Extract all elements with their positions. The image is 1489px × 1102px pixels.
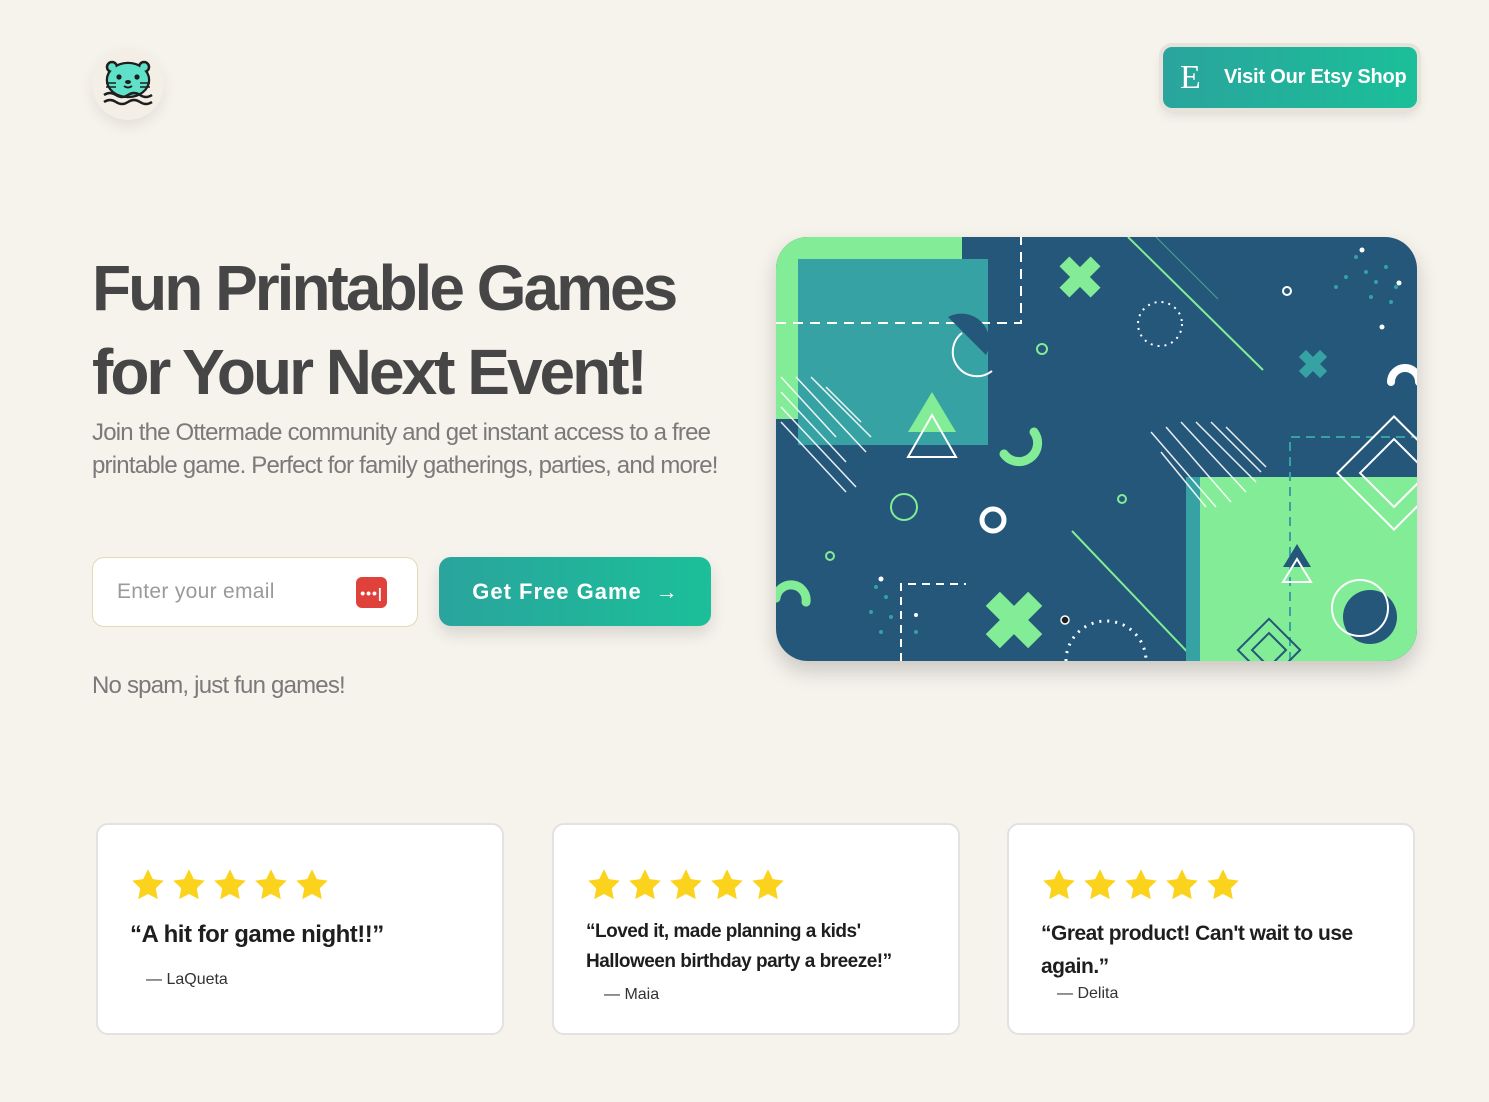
star-rating	[130, 867, 330, 903]
star-rating	[586, 867, 786, 903]
star-icon	[1125, 869, 1157, 900]
testimonial-author: — Maia	[604, 986, 660, 1003]
star-icon	[173, 869, 205, 900]
star-icon	[214, 869, 246, 900]
star-icon	[711, 869, 743, 900]
arrow-right-icon: →	[655, 578, 678, 604]
testimonial-author: — Delita	[1057, 985, 1119, 1002]
etsy-button-label: Visit Our Etsy Shop	[1224, 66, 1407, 88]
cta-label: Get Free Game	[472, 578, 642, 604]
otter-logo[interactable]	[92, 48, 164, 120]
headline-line-2: for Your Next Event!	[92, 336, 648, 408]
visit-etsy-shop-button[interactable]: E Visit Our Etsy Shop	[1163, 47, 1417, 108]
testimonial-author: — LaQueta	[146, 971, 228, 988]
star-icon	[1084, 869, 1116, 900]
hero-illustration	[776, 237, 1417, 661]
testimonial-quote: “A hit for game night!!”	[130, 921, 384, 948]
password-manager-icon[interactable]: •••|	[356, 577, 387, 608]
testimonial-quote: “Loved it, made planning a kids' Hallowe…	[586, 921, 892, 972]
hero-subheading: Join the Ottermade community and get ins…	[92, 419, 718, 479]
email-input[interactable]	[117, 580, 347, 604]
headline-line-1: Fun Printable Games	[92, 252, 678, 324]
star-icon	[296, 869, 328, 900]
get-free-game-button[interactable]: Get Free Game →	[439, 557, 711, 626]
star-icon	[1207, 869, 1239, 900]
etsy-e-icon: E	[1180, 58, 1201, 96]
star-icon	[752, 869, 784, 900]
star-icon	[670, 869, 702, 900]
testimonial-card-1: “A hit for game night!!” — LaQueta	[96, 823, 504, 1035]
star-icon	[1043, 869, 1075, 900]
testimonial-quote: “Great product! Can't wait to use again.…	[1041, 922, 1353, 978]
email-field-wrapper: •••|	[92, 557, 418, 627]
testimonial-card-2: “Loved it, made planning a kids' Hallowe…	[552, 823, 960, 1035]
otter-icon	[103, 60, 153, 106]
star-rating	[1041, 867, 1241, 903]
star-icon	[588, 869, 620, 900]
star-icon	[255, 869, 287, 900]
page-title: Fun Printable Games for Your Next Event!	[92, 246, 752, 414]
testimonial-card-3: “Great product! Can't wait to use again.…	[1007, 823, 1415, 1035]
star-icon	[629, 869, 661, 900]
no-spam-note: No spam, just fun games!	[92, 672, 346, 699]
star-icon	[132, 869, 164, 900]
star-icon	[1166, 869, 1198, 900]
